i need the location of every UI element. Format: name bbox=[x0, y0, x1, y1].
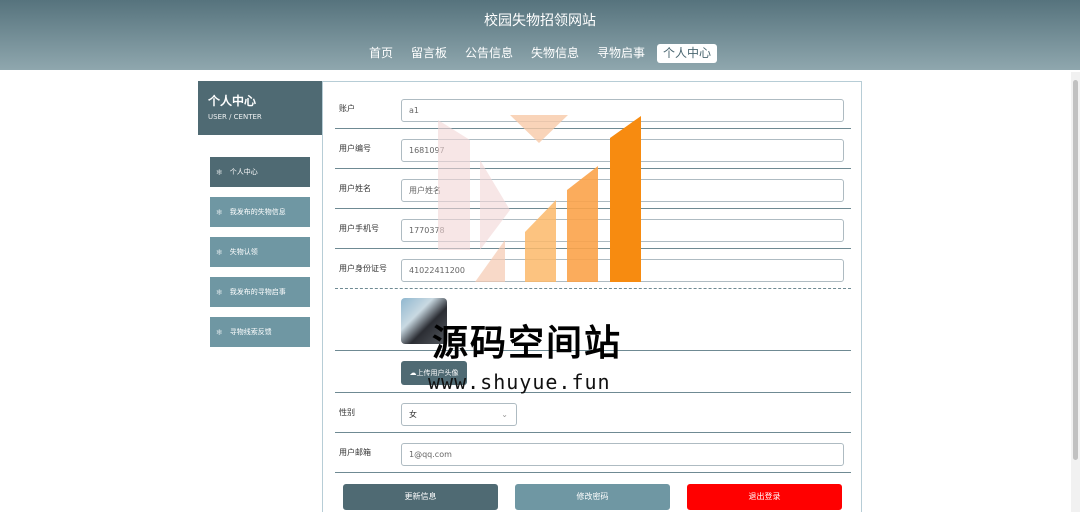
form-row-id-card: 用户身份证号 41022411200 bbox=[335, 249, 851, 289]
sidebar-subtitle: USER / CENTER bbox=[208, 113, 262, 121]
user-name-label: 用户姓名 bbox=[339, 184, 371, 193]
sidebar-item-my-seek-notices[interactable]: ❄ 我发布的寻物启事 bbox=[210, 277, 310, 307]
snowflake-icon: ❄ bbox=[216, 167, 223, 177]
form-row-account: 账户 a1 bbox=[335, 88, 851, 129]
user-no-label: 用户编号 bbox=[339, 144, 371, 153]
change-password-button[interactable]: 修改密码 bbox=[515, 484, 670, 510]
form-row-user-no: 用户编号 1681097 bbox=[335, 129, 851, 169]
sidebar-item-user-center[interactable]: ❄ 个人中心 bbox=[210, 157, 310, 187]
scrollbar[interactable] bbox=[1071, 72, 1080, 512]
sidebar-item-label: 个人中心 bbox=[229, 168, 258, 176]
scrollbar-thumb[interactable] bbox=[1073, 80, 1078, 460]
snowflake-icon: ❄ bbox=[216, 247, 223, 257]
user-no-input[interactable]: 1681097 bbox=[401, 139, 844, 162]
cloud-upload-icon: ☁ bbox=[409, 369, 417, 377]
nav-seek-notices[interactable]: 寻物启事 bbox=[591, 44, 651, 63]
nav-user-center[interactable]: 个人中心 bbox=[657, 44, 718, 63]
gender-value: 女 bbox=[409, 410, 417, 419]
phone-input[interactable]: 1770378 bbox=[401, 219, 844, 242]
form-row-gender: 性别 女 ⌄ bbox=[335, 393, 851, 433]
form-row-phone: 用户手机号 1770378 bbox=[335, 209, 851, 249]
sidebar-item-my-lost-items[interactable]: ❄ 我发布的失物信息 bbox=[210, 197, 310, 227]
form-row-user-name: 用户姓名 用户姓名 bbox=[335, 169, 851, 209]
chevron-down-icon: ⌄ bbox=[501, 410, 508, 419]
nav-message-board[interactable]: 留言板 bbox=[405, 44, 453, 63]
sidebar-header: 个人中心 USER / CENTER bbox=[198, 81, 322, 135]
email-input[interactable]: 1@qq.com bbox=[401, 443, 844, 466]
snowflake-icon: ❄ bbox=[216, 327, 223, 337]
sidebar-item-label: 寻物线索反馈 bbox=[229, 328, 272, 336]
sidebar-title: 个人中心 bbox=[208, 94, 257, 108]
watermark-url: www.shuyue.fun bbox=[428, 370, 611, 394]
nav-home[interactable]: 首页 bbox=[363, 44, 399, 63]
id-card-label: 用户身份证号 bbox=[339, 264, 387, 273]
watermark-title: 源码空间站 bbox=[432, 323, 623, 364]
header: 校园失物招领网站 首页 留言板 公告信息 失物信息 寻物启事 个人中心 bbox=[0, 0, 1080, 70]
account-label: 账户 bbox=[339, 104, 355, 113]
snowflake-icon: ❄ bbox=[216, 207, 223, 217]
id-card-input[interactable]: 41022411200 bbox=[401, 259, 844, 282]
site-title: 校园失物招领网站 bbox=[484, 13, 596, 29]
sidebar-item-label: 我发布的寻物启事 bbox=[229, 288, 286, 296]
top-nav: 首页 留言板 公告信息 失物信息 寻物启事 个人中心 bbox=[0, 44, 1080, 63]
logout-button[interactable]: 退出登录 bbox=[687, 484, 842, 510]
snowflake-icon: ❄ bbox=[216, 287, 223, 297]
sidebar-item-label: 我发布的失物信息 bbox=[229, 208, 286, 216]
sidebar-menu: ❄ 个人中心 ❄ 我发布的失物信息 ❄ 失物认领 ❄ 我发布的寻物启事 ❄ 寻物线索反馈 bbox=[210, 157, 310, 357]
update-info-button[interactable]: 更新信息 bbox=[343, 484, 498, 510]
gender-select[interactable]: 女 ⌄ bbox=[401, 403, 517, 426]
gender-label: 性别 bbox=[339, 408, 355, 417]
sidebar-item-label: 失物认领 bbox=[229, 248, 258, 256]
nav-lost-items[interactable]: 失物信息 bbox=[525, 44, 585, 63]
sidebar-item-claims[interactable]: ❄ 失物认领 bbox=[210, 237, 310, 267]
user-name-input[interactable]: 用户姓名 bbox=[401, 179, 844, 202]
form-row-email: 用户邮箱 1@qq.com bbox=[335, 433, 851, 473]
sidebar-item-clue-feedback[interactable]: ❄ 寻物线索反馈 bbox=[210, 317, 310, 347]
email-label: 用户邮箱 bbox=[339, 448, 371, 457]
account-input[interactable]: a1 bbox=[401, 99, 844, 122]
nav-announcements[interactable]: 公告信息 bbox=[459, 44, 519, 63]
phone-label: 用户手机号 bbox=[339, 224, 379, 233]
profile-form: 账户 a1 用户编号 1681097 用户姓名 用户姓名 用户手机号 17703… bbox=[322, 81, 862, 512]
